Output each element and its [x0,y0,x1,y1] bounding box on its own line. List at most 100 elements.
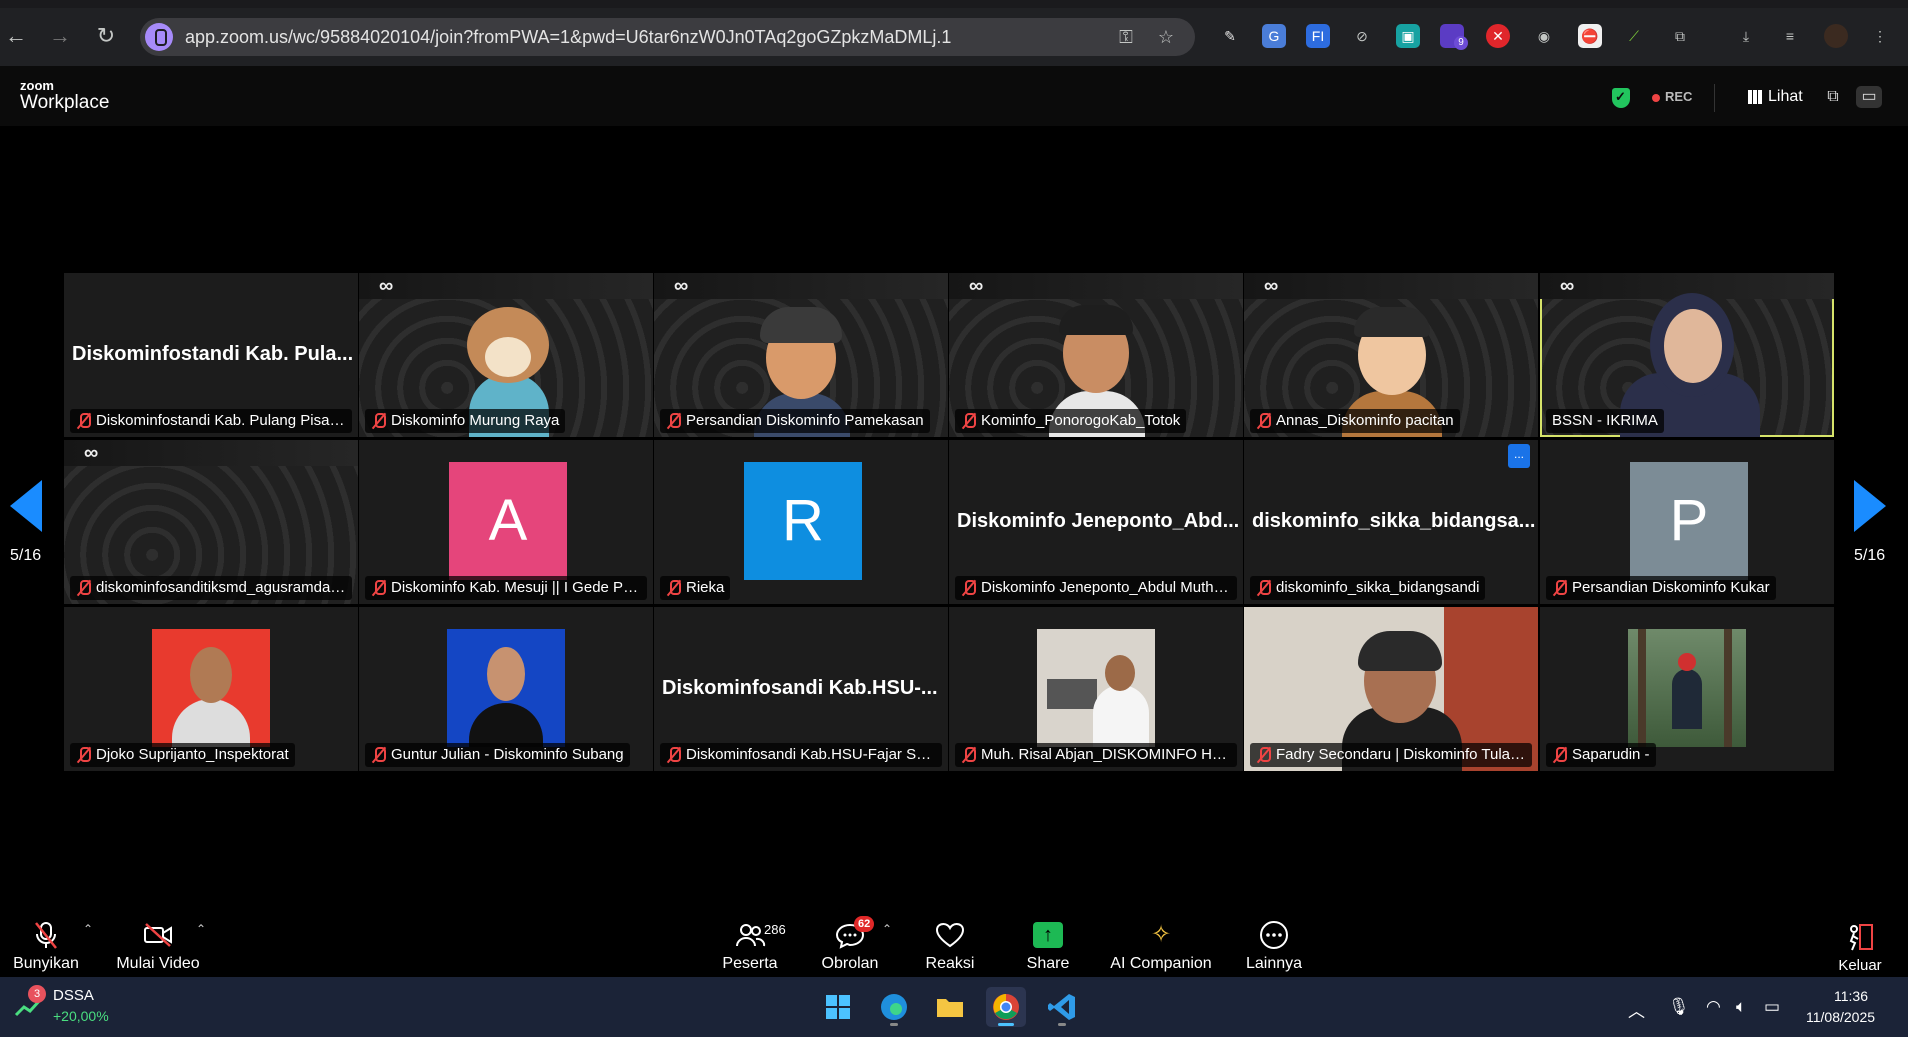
red-extension-icon[interactable]: ✕ [1486,24,1510,48]
video-tile[interactable]: diskominfosanditiksmd_agusramdans [64,440,358,604]
participant-display-name: Diskominfosandi Kab.HSU-... [662,677,938,699]
muted-mic-icon [961,746,977,764]
ai-companion-button[interactable]: ✧ AI Companion [1108,910,1214,977]
shield-extension-icon[interactable]: ▣ [1396,24,1420,48]
participant-name: BSSN - IKRIMA [1552,412,1658,429]
video-tile[interactable]: Diskominfo Jeneponto_Abd... Diskominfo J… [949,440,1243,604]
tile-more-options-button[interactable]: ... [1508,444,1530,468]
media-control-icon[interactable]: ≡ [1778,24,1802,48]
muted-mic-icon [1256,579,1272,597]
virtual-background-banner [1244,273,1538,299]
video-tile[interactable]: Guntur Julian - Diskominfo Subang [359,607,653,771]
battery-icon[interactable]: ▭ [1764,997,1780,1017]
encryption-shield-icon[interactable] [1612,88,1630,108]
participants-count: 286 [764,922,786,937]
view-button[interactable]: Lihat [1768,88,1803,106]
video-options-chevron-icon[interactable]: ⌃ [196,922,206,936]
stock-ticker[interactable]: DSSA [53,987,94,1004]
windows-start-button[interactable] [818,987,858,1027]
bookmark-star-icon[interactable]: ☆ [1155,26,1177,48]
video-tile[interactable]: Saparudin - [1540,607,1834,771]
video-tile[interactable]: Fadry Secondaru | Diskominfo Tulang... [1244,607,1538,771]
unmute-button[interactable]: Bunyikan [6,910,86,977]
fi-extension-icon[interactable]: FI [1306,24,1330,48]
muted-mic-icon [371,412,387,430]
address-bar[interactable]: app.zoom.us/wc/95884020104/join?fromPWA=… [140,18,1195,56]
participant-name-label: Saparudin - [1546,743,1656,767]
tray-overflow-chevron-icon[interactable]: ︿ [1628,997,1645,1022]
video-tile[interactable]: Muh. Risal Abjan_DISKOMINFO HAL... [949,607,1243,771]
back-icon[interactable]: ← [2,22,30,50]
video-tile[interactable]: Persandian Diskominfo Pamekasan [654,273,948,437]
video-tile[interactable]: R Rieka [654,440,948,604]
clock-time[interactable]: 11:36 [1834,988,1868,1004]
taskbar-running-indicator [1058,1023,1066,1026]
eyedropper-extension-icon[interactable]: ✎ [1218,24,1242,48]
participant-name-label: Persandian Diskominfo Kukar [1546,576,1776,600]
participant-name-label: Diskominfo Murung Raya [365,409,566,433]
photo-head [487,647,525,701]
key-icon[interactable]: ⚿ [1115,26,1137,48]
more-button[interactable]: Lainnya [1234,910,1314,977]
start-video-button[interactable]: Mulai Video [108,910,208,977]
participant-name: Diskominfostandi Kab. Pulang Pisau_... [96,412,352,429]
participant-hair [1358,631,1442,671]
microphone-icon[interactable] [145,23,173,51]
forward-icon[interactable]: → [46,22,74,50]
previous-page-arrow-icon[interactable] [10,480,42,532]
wifi-icon[interactable]: ◠ [1706,997,1721,1017]
chat-options-chevron-icon[interactable]: ⌃ [882,922,892,936]
chat-button[interactable]: 62 Obrolan [808,910,892,977]
video-tile-active-speaker[interactable]: BSSN - IKRIMA [1540,273,1834,437]
leave-meeting-button[interactable]: Keluar [1820,910,1900,977]
video-tile[interactable]: Kominfo_PonorogoKab_Totok [949,273,1243,437]
puzzle-badge-extension-icon[interactable]: 9 [1440,24,1468,50]
url-text[interactable]: app.zoom.us/wc/95884020104/join?fromPWA=… [185,27,951,48]
ai-companion-label: AI Companion [1110,955,1212,972]
translate-extension-icon[interactable]: G [1262,24,1286,48]
vscode-icon[interactable] [1042,987,1082,1027]
audio-options-chevron-icon[interactable]: ⌃ [83,922,93,936]
muted-mic-icon [666,412,682,430]
recording-indicator[interactable]: REC [1665,89,1692,104]
next-page-arrow-icon[interactable] [1854,480,1886,532]
reload-icon[interactable]: ↻ [92,22,120,50]
extensions-puzzle-icon[interactable]: ⧉ [1668,24,1692,48]
picture-in-picture-icon[interactable]: ⧉ [1820,86,1846,108]
participant-display-name: Diskominfostandi Kab. Pula... [72,343,354,365]
share-label: Share [1026,955,1070,972]
video-tile[interactable]: A Diskominfo Kab. Mesuji || I Gede Put..… [359,440,653,604]
chat-label: Obrolan [821,955,879,972]
participant-name-label: Diskominfo Kab. Mesuji || I Gede Put... [365,576,647,600]
camera-extension-icon[interactable]: ◉ [1532,24,1556,48]
edge-browser-icon[interactable] [874,987,914,1027]
video-tile[interactable]: Djoko Suprijanto_Inspektorat [64,607,358,771]
stop-extension-icon[interactable]: ⛔ [1578,24,1602,48]
tray-microphone-icon[interactable]: 🎙︎ [1668,997,1690,1017]
clock-date[interactable]: 11/08/2025 [1806,1009,1875,1025]
share-screen-button[interactable]: Share [1008,910,1088,977]
video-tile[interactable]: ... diskominfo_sikka_bidangsa... diskomi… [1244,440,1538,604]
chart-extension-icon[interactable]: ⟋ [1622,24,1646,48]
muted-mic-icon [961,579,977,597]
participants-button[interactable]: 286 Peserta [710,910,790,977]
video-tile[interactable]: Diskominfostandi Kab. Pula... Diskominfo… [64,273,358,437]
video-tile[interactable]: Diskominfosandi Kab.HSU-... Diskominfosa… [654,607,948,771]
video-tile[interactable]: Annas_Diskominfo pacitan [1244,273,1538,437]
volume-icon[interactable]: 🔈︎ [1736,997,1746,1017]
muted-mic-icon [76,579,92,597]
participant-display-name: Diskominfo Jeneponto_Abd... [957,510,1240,532]
grid-view-icon[interactable] [1748,90,1762,104]
compass-extension-icon[interactable]: ⊘ [1350,24,1374,48]
reactions-button[interactable]: Reaksi [910,910,990,977]
video-tile[interactable]: Diskominfo Murung Raya [359,273,653,437]
profile-avatar[interactable] [1824,24,1848,48]
avatar-hair [1354,307,1430,337]
video-tile[interactable]: P Persandian Diskominfo Kukar [1540,440,1834,604]
page-indicator-left: 5/16 [10,547,42,564]
file-explorer-icon[interactable] [930,987,970,1027]
browser-menu-icon[interactable]: ⋮ [1868,24,1892,48]
chrome-browser-icon[interactable] [986,987,1026,1027]
download-icon[interactable]: ⤓ [1734,24,1758,48]
fullscreen-icon[interactable]: ▭ [1856,86,1882,108]
